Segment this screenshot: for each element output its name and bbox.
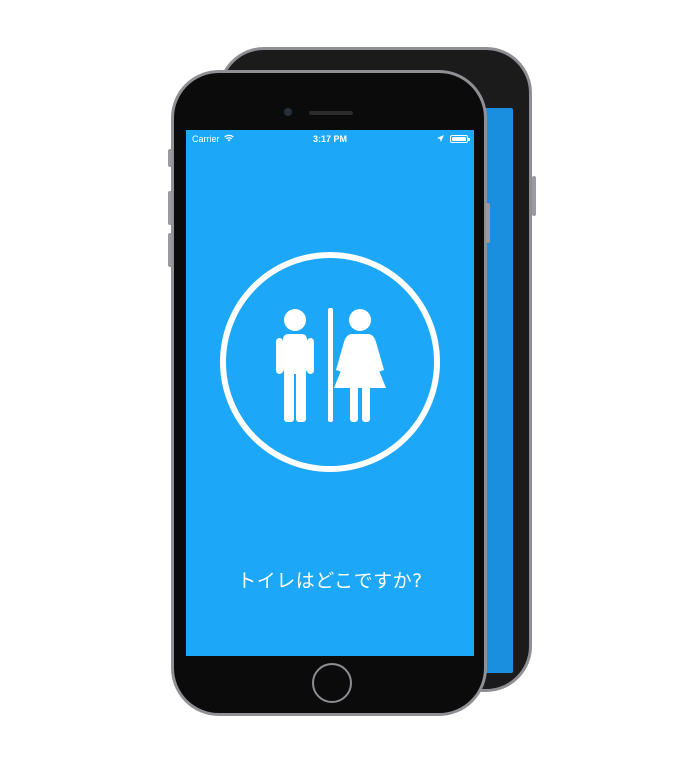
earpiece-speaker [309, 111, 353, 115]
app-screen: Carrier 3:17 PM トイレはどこですか? [186, 130, 474, 656]
divider-line [328, 308, 333, 422]
front-phone-device: Carrier 3:17 PM トイレはどこですか? [168, 70, 490, 716]
location-arrow-icon [437, 134, 444, 144]
status-bar-right [437, 134, 470, 144]
status-time: 3:17 PM [312, 134, 347, 144]
battery-icon [450, 135, 470, 143]
status-bar: Carrier 3:17 PM [186, 130, 474, 148]
mute-switch [168, 149, 172, 167]
question-text: トイレはどこですか? [237, 570, 423, 592]
restroom-icon [220, 252, 440, 472]
back-phone-side-button [532, 176, 536, 216]
man-figure-icon [276, 309, 314, 422]
woman-figure-icon [334, 309, 386, 422]
back-phone-screen [483, 108, 513, 673]
volume-down-button [168, 233, 172, 267]
front-camera [284, 108, 292, 116]
volume-up-button [168, 191, 172, 225]
home-button[interactable] [312, 663, 352, 703]
power-button [486, 203, 490, 243]
